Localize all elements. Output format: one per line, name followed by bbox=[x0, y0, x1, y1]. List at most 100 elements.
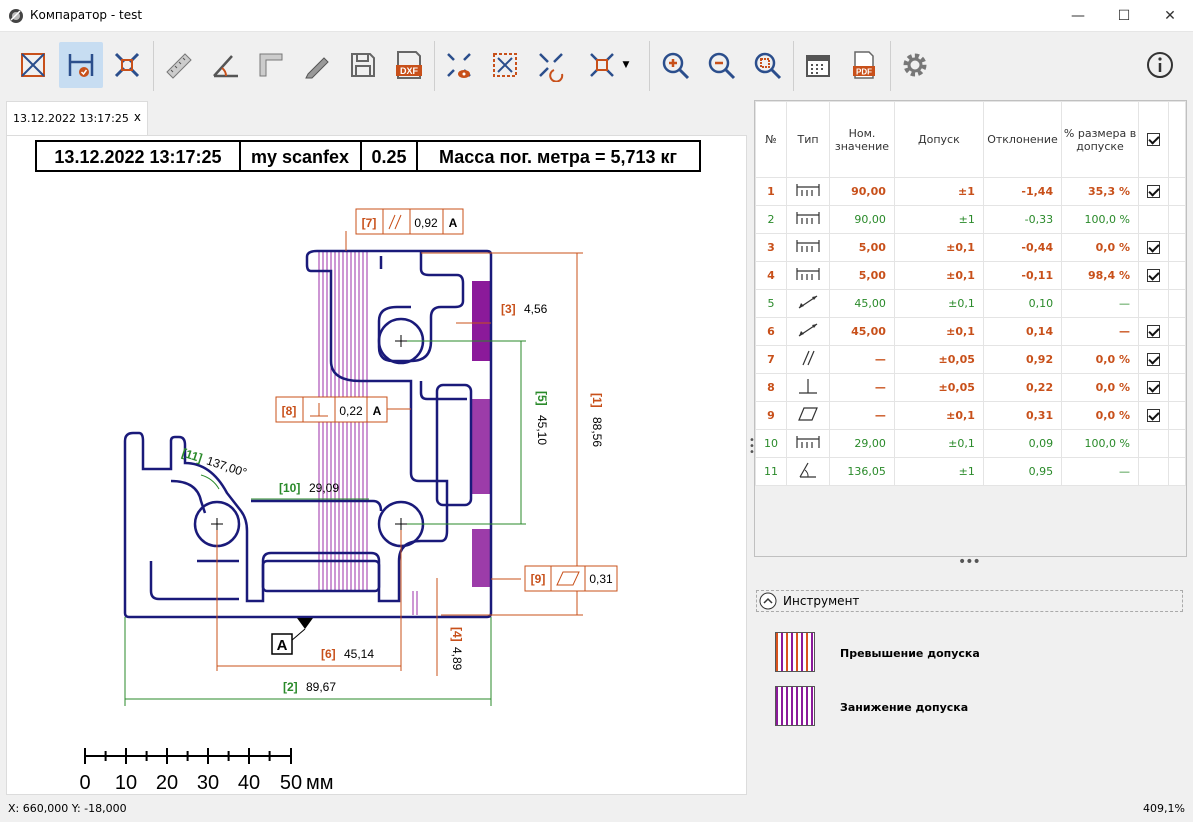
info-button[interactable] bbox=[1138, 42, 1182, 88]
row-checkbox[interactable] bbox=[1146, 381, 1160, 395]
corner-icon bbox=[259, 53, 283, 77]
zoom-in-button[interactable] bbox=[653, 42, 697, 88]
swap-view-icon bbox=[539, 53, 564, 82]
cell-checkbox[interactable] bbox=[1137, 457, 1169, 486]
col-select-all[interactable] bbox=[1137, 101, 1169, 178]
col-nominal[interactable]: Ном. значение bbox=[829, 101, 895, 178]
angle-icon bbox=[795, 462, 821, 481]
cell-percent: — bbox=[1061, 317, 1139, 346]
row-checkbox[interactable] bbox=[1146, 325, 1160, 339]
dim-6-value: 45,14 bbox=[344, 647, 374, 661]
table-row[interactable]: 2 90,00 ±1 -0,33 100,0 % bbox=[755, 205, 1186, 234]
table-row[interactable]: 9 — ±0,1 0,31 0,0 % bbox=[755, 401, 1186, 430]
table-row[interactable]: 4 5,00 ±0,1 -0,11 98,4 % bbox=[755, 261, 1186, 290]
scale-label-30: 30 bbox=[197, 772, 219, 794]
table-row[interactable]: 3 5,00 ±0,1 -0,44 0,0 % bbox=[755, 233, 1186, 262]
cell-checkbox[interactable] bbox=[1137, 345, 1169, 374]
horizontal-splitter[interactable]: ••• bbox=[958, 554, 981, 570]
dim-5-id: [5] bbox=[535, 391, 549, 406]
save-dxf-button[interactable]: DXF bbox=[387, 42, 431, 88]
cell-checkbox[interactable] bbox=[1137, 233, 1169, 262]
instrument-panel-header[interactable]: Инструмент bbox=[756, 590, 1183, 612]
perpendicular-icon bbox=[795, 379, 821, 397]
vertical-splitter[interactable]: • • • bbox=[749, 436, 755, 458]
col-deviation[interactable]: Отклонение bbox=[982, 101, 1063, 178]
tab-label: 13.12.2022 13:17:25 bbox=[13, 112, 129, 125]
cell-percent: — bbox=[1061, 289, 1139, 318]
col-tolerance[interactable]: Допуск bbox=[893, 101, 984, 178]
col-type[interactable]: Тип bbox=[786, 101, 830, 178]
swap-view-button[interactable] bbox=[529, 42, 573, 88]
fit-all-button[interactable] bbox=[105, 42, 149, 88]
zoom-out-button[interactable] bbox=[699, 42, 743, 88]
corner-button[interactable] bbox=[249, 42, 293, 88]
cell-no: 1 bbox=[755, 177, 787, 206]
dim-1-value: 88,56 bbox=[590, 417, 604, 447]
col-no[interactable]: № bbox=[755, 101, 787, 178]
table-row[interactable]: 6 45,00 ±0,1 0,14— bbox=[755, 317, 1186, 346]
view-scan-button[interactable] bbox=[437, 42, 481, 88]
cell-checkbox[interactable] bbox=[1137, 177, 1169, 206]
diagonal-icon bbox=[795, 295, 821, 313]
distance-icon bbox=[795, 212, 821, 229]
minimize-button[interactable]: — bbox=[1055, 0, 1101, 32]
callout-9[interactable]: [9] 0,31 bbox=[524, 565, 618, 592]
fit-view-button[interactable] bbox=[11, 42, 55, 88]
select-region-button[interactable] bbox=[483, 42, 527, 88]
legend-over-label: Превышение допуска bbox=[840, 647, 980, 660]
info-icon bbox=[1147, 52, 1173, 78]
cell-percent: 0,0 % bbox=[1061, 345, 1139, 374]
cell-checkbox[interactable] bbox=[1137, 289, 1169, 318]
tab-scan[interactable]: 13.12.2022 13:17:25 x bbox=[6, 101, 148, 135]
dim-11-id: [11] bbox=[180, 446, 204, 466]
profile-drawing: 13.12.2022 13:17:25 my scanfex 0.25 Масс… bbox=[35, 140, 701, 794]
callout-8[interactable]: [8] 0,22 A bbox=[275, 396, 388, 423]
scale-label-40: 40 bbox=[238, 772, 260, 794]
angle-button[interactable] bbox=[203, 42, 247, 88]
table-row[interactable]: 7 — ±0,05 0,92 0,0 % bbox=[755, 345, 1186, 374]
overlay-menu-button[interactable]: ▼ bbox=[577, 42, 637, 88]
close-button[interactable]: ✕ bbox=[1147, 0, 1193, 32]
chevron-up-icon[interactable] bbox=[759, 592, 777, 610]
row-checkbox[interactable] bbox=[1146, 353, 1160, 367]
cell-checkbox[interactable] bbox=[1137, 261, 1169, 290]
cell-tolerance: ±1 bbox=[893, 205, 984, 234]
maximize-button[interactable]: ☐ bbox=[1101, 0, 1147, 32]
zoom-in-icon bbox=[662, 52, 690, 80]
row-checkbox[interactable] bbox=[1146, 269, 1160, 283]
cell-checkbox[interactable] bbox=[1137, 373, 1169, 402]
distance-icon bbox=[795, 436, 821, 453]
cell-checkbox[interactable] bbox=[1137, 205, 1169, 234]
cell-checkbox[interactable] bbox=[1137, 401, 1169, 430]
cell-checkbox[interactable] bbox=[1137, 317, 1169, 346]
table-row[interactable]: 8 — ±0,05 0,22 0,0 % bbox=[755, 373, 1186, 402]
save-button[interactable] bbox=[341, 42, 385, 88]
calendar-button[interactable] bbox=[796, 42, 840, 88]
table-row[interactable]: 1 90,00 ±1 -1,44 35,3 % bbox=[755, 177, 1186, 206]
cell-no: 10 bbox=[755, 429, 787, 458]
row-checkbox[interactable] bbox=[1146, 241, 1160, 255]
table-row[interactable]: 11 136,05 ±1 0,95— bbox=[755, 457, 1186, 486]
tab-close-button[interactable]: x bbox=[134, 110, 141, 124]
col-percent[interactable]: % размера в допуске bbox=[1061, 101, 1139, 178]
table-row[interactable]: 10 29,00 ±0,1 0,09 100,0 % bbox=[755, 429, 1186, 458]
drawing-canvas[interactable]: 13.12.2022 13:17:25 my scanfex 0.25 Масс… bbox=[6, 135, 747, 795]
cell-no: 5 bbox=[755, 289, 787, 318]
pencil-button[interactable] bbox=[295, 42, 339, 88]
ruler-button[interactable] bbox=[156, 42, 200, 88]
zoom-fit-button[interactable] bbox=[745, 42, 789, 88]
dim-4-id: [4] bbox=[450, 627, 464, 642]
cell-nominal: 90,00 bbox=[829, 205, 895, 234]
pdf-export-button[interactable]: PDF bbox=[842, 42, 886, 88]
table-row[interactable]: 5 45,00 ±0,1 0,10— bbox=[755, 289, 1186, 318]
row-checkbox[interactable] bbox=[1146, 409, 1160, 423]
callout-7[interactable]: [7] 0,92 A bbox=[355, 208, 464, 235]
select-all-checkbox[interactable] bbox=[1146, 133, 1160, 147]
row-checkbox[interactable] bbox=[1146, 185, 1160, 199]
cell-tolerance: ±0,1 bbox=[893, 429, 984, 458]
measure-dimension-button[interactable] bbox=[59, 42, 103, 88]
legend-under-label: Занижение допуска bbox=[840, 701, 969, 714]
cell-checkbox[interactable] bbox=[1137, 429, 1169, 458]
settings-button[interactable] bbox=[893, 42, 937, 88]
cell-type bbox=[786, 429, 830, 458]
